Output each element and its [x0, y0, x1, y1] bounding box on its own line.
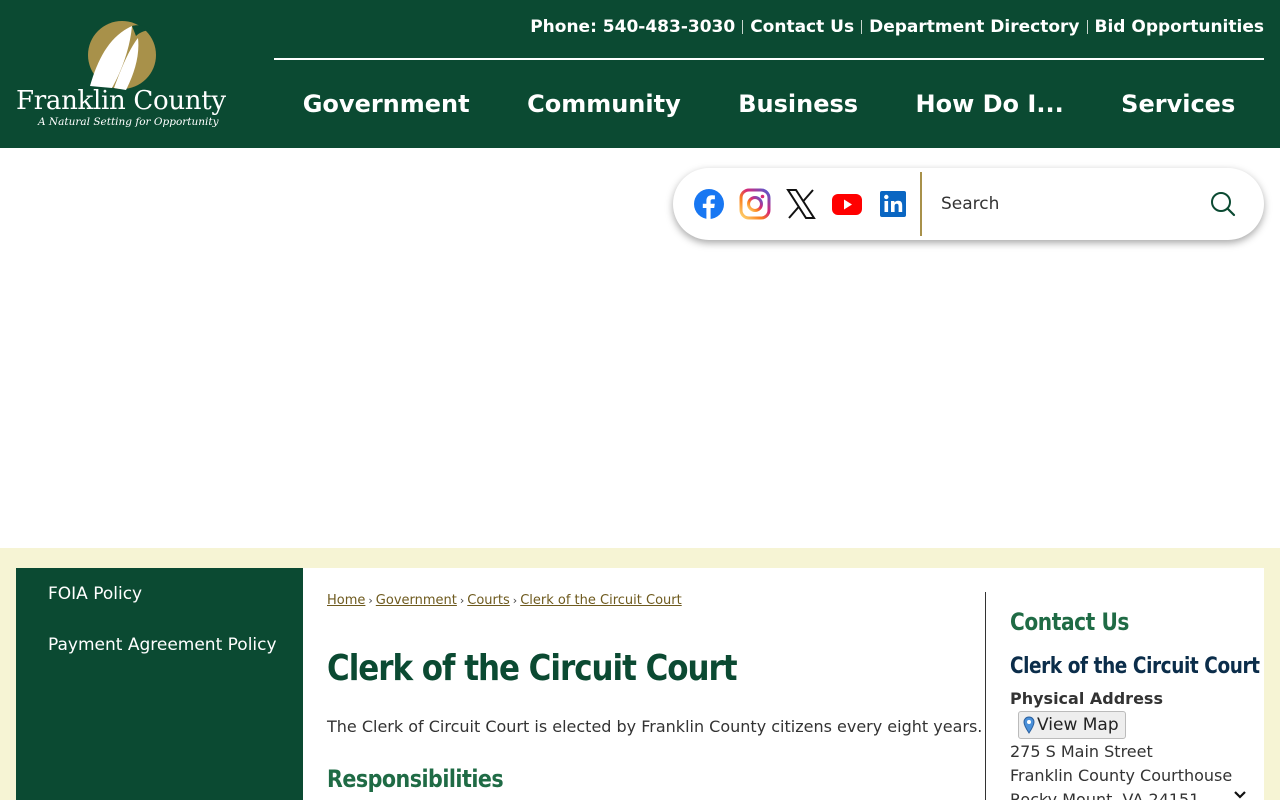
search-icon[interactable]: [1209, 190, 1237, 218]
breadcrumb-home[interactable]: Home: [327, 593, 365, 608]
address-line: 275 S Main Street: [1010, 742, 1153, 761]
utility-separator: [1086, 20, 1088, 34]
nav-community[interactable]: Community: [519, 90, 689, 118]
social-search-bar: [673, 168, 1264, 240]
county-logo[interactable]: Franklin County A Natural Setting for Op…: [14, 18, 238, 132]
department-directory-link[interactable]: Department Directory: [869, 17, 1079, 37]
toolbar-divider: [920, 172, 922, 236]
section-heading: Responsibilities: [327, 765, 504, 793]
chevron-down-icon[interactable]: [1233, 790, 1247, 800]
search-input[interactable]: [941, 182, 1191, 226]
sidebar-item-foia-policy[interactable]: FOIA Policy: [48, 584, 142, 604]
breadcrumb-courts[interactable]: Courts: [467, 593, 510, 608]
nav-business[interactable]: Business: [730, 90, 866, 118]
nav-government[interactable]: Government: [295, 90, 478, 118]
address-line: Franklin County Courthouse: [1010, 766, 1233, 785]
logo-tagline: A Natural Setting for Opportunity: [38, 116, 219, 128]
view-map-label: View Map: [1037, 715, 1119, 735]
bid-opportunities-link[interactable]: Bid Opportunities: [1095, 17, 1265, 37]
phone-link[interactable]: Phone: 540-483-3030: [530, 17, 735, 37]
breadcrumb-government[interactable]: Government: [376, 593, 457, 608]
map-pin-icon: [1023, 716, 1035, 734]
youtube-icon[interactable]: [831, 188, 863, 220]
nav-services[interactable]: Services: [1113, 90, 1243, 118]
breadcrumb-clerk[interactable]: Clerk of the Circuit Court: [520, 593, 682, 608]
column-divider: [985, 592, 986, 800]
logo-title: Franklin County: [16, 86, 226, 116]
instagram-icon[interactable]: [739, 188, 771, 220]
contact-department: Clerk of the Circuit Court: [1010, 654, 1260, 679]
sidebar-nav: FOIA Policy Payment Agreement Policy: [16, 568, 303, 800]
site-header: Franklin County A Natural Setting for Op…: [0, 0, 1280, 148]
breadcrumb-separator: ›: [368, 594, 373, 607]
x-icon[interactable]: [785, 188, 817, 220]
nav-how-do-i[interactable]: How Do I...: [908, 90, 1072, 118]
address-line: Rocky Mount, VA 24151: [1010, 790, 1200, 800]
utility-nav: Phone: 540-483-3030 Contact Us Departmen…: [530, 17, 1264, 37]
main-content: Home › Government › Courts › Clerk of the Circ…: [303, 568, 1264, 800]
breadcrumb: Home › Government › Courts › Clerk of the Circ…: [327, 593, 682, 608]
breadcrumb-separator: ›: [459, 594, 465, 607]
utility-separator: [742, 20, 744, 34]
facebook-icon[interactable]: [693, 188, 725, 220]
sidebar-item-payment-agreement-policy[interactable]: Payment Agreement Policy: [48, 635, 277, 655]
view-map-button[interactable]: View Map: [1018, 711, 1126, 739]
contact-us-link[interactable]: Contact Us: [750, 17, 854, 37]
linkedin-icon[interactable]: [877, 188, 909, 220]
address-label: Physical Address: [1010, 689, 1163, 708]
contact-heading: Contact Us: [1010, 608, 1130, 636]
main-nav: Government Community Business How Do I..…: [274, 60, 1264, 148]
utility-separator: [861, 20, 863, 34]
page-title: Clerk of the Circuit Court: [327, 648, 738, 689]
breadcrumb-separator: ›: [512, 594, 518, 607]
intro-text: The Clerk of Circuit Court is elected by…: [327, 717, 983, 736]
